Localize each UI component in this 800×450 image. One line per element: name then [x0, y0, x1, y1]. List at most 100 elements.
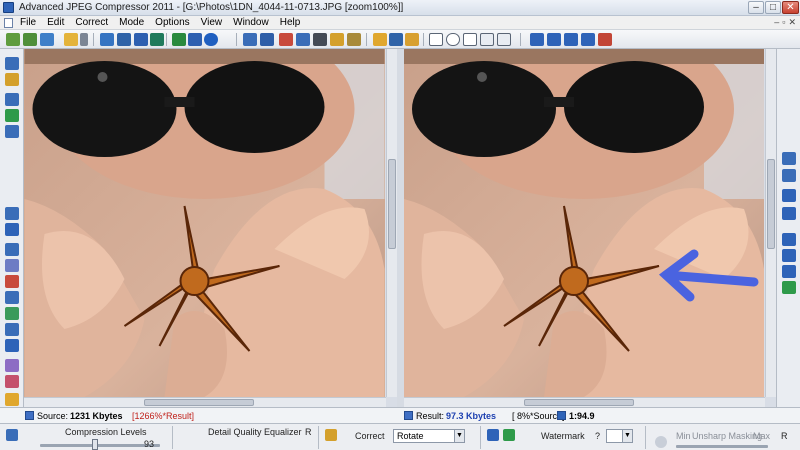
layout-vertical-icon[interactable]	[530, 33, 544, 46]
mdi-close-icon[interactable]: ✕	[788, 17, 796, 28]
compression-slider[interactable]	[40, 444, 160, 447]
result-image-pane[interactable]	[404, 49, 764, 397]
watermark-select[interactable]: ▼	[606, 429, 633, 443]
browse-icon[interactable]	[117, 33, 131, 46]
move-icon[interactable]	[5, 109, 19, 122]
magic-select-icon[interactable]	[497, 33, 511, 46]
pane-divider[interactable]	[397, 49, 404, 409]
layout-columns-icon[interactable]	[782, 249, 796, 262]
document-icon	[4, 18, 13, 28]
menu-options[interactable]: Options	[155, 17, 189, 28]
web-icon[interactable]	[150, 33, 164, 46]
folder-dropdown-icon[interactable]	[80, 33, 88, 46]
result-vertical-scrollbar[interactable]	[765, 49, 776, 397]
open-folder-icon[interactable]	[23, 33, 37, 46]
toolbar-separator	[166, 33, 167, 46]
menu-help[interactable]: Help	[280, 17, 301, 28]
menu-file[interactable]: File	[20, 17, 36, 28]
print-icon[interactable]	[172, 33, 186, 46]
grid-icon[interactable]	[5, 339, 19, 352]
mdi-minimize-icon[interactable]: –	[774, 17, 779, 28]
close-button[interactable]: ✕	[782, 1, 799, 14]
fit-icon[interactable]	[782, 189, 796, 202]
zoom-in-icon[interactable]	[782, 152, 796, 165]
maximize-button[interactable]: □	[765, 1, 781, 14]
sharpen-icon[interactable]	[5, 323, 19, 336]
brush-icon[interactable]	[330, 33, 344, 46]
color-levels-icon[interactable]	[5, 275, 19, 288]
crop-icon[interactable]	[279, 33, 293, 46]
window-title: Advanced JPEG Compressor 2011 - [G:\Phot…	[19, 2, 404, 13]
highlight-icon[interactable]	[405, 33, 419, 46]
palette-icon[interactable]	[5, 359, 19, 372]
compression-slider-knob[interactable]	[92, 439, 98, 450]
mdi-restore-icon[interactable]: ▫	[782, 17, 785, 28]
chevron-down-icon[interactable]: ▼	[454, 430, 464, 442]
chevron-down-icon[interactable]: ▼	[622, 430, 632, 442]
folder-icon[interactable]	[64, 33, 78, 46]
unsharp-toggle[interactable]	[655, 436, 667, 448]
toolbar-separator	[423, 33, 424, 46]
zoom-in-icon[interactable]	[5, 57, 19, 70]
ellipse-select-icon[interactable]	[446, 33, 460, 46]
help-icon[interactable]	[204, 33, 218, 46]
watermark-apply-icon[interactable]	[487, 429, 499, 441]
resize-icon[interactable]	[296, 33, 310, 46]
equalizer-reset[interactable]: R	[305, 427, 312, 437]
correct-select[interactable]: Rotate ▼	[393, 429, 465, 443]
source-vertical-scroll-thumb[interactable]	[388, 159, 396, 249]
rectangle-select-icon[interactable]	[429, 33, 443, 46]
layout-single-icon[interactable]	[564, 33, 578, 46]
hand-icon[interactable]	[373, 33, 387, 46]
menu-view[interactable]: View	[201, 17, 223, 28]
select-icon[interactable]	[389, 33, 403, 46]
result-horizontal-scrollbar[interactable]	[404, 397, 765, 407]
menu-edit[interactable]: Edit	[47, 17, 64, 28]
source-horizontal-scroll-thumb[interactable]	[144, 399, 254, 406]
histogram-icon[interactable]	[5, 207, 19, 220]
info-icon[interactable]	[5, 223, 19, 236]
email-icon[interactable]	[188, 33, 202, 46]
navigator-icon[interactable]	[5, 125, 19, 138]
source-image-pane[interactable]	[24, 49, 385, 397]
watermark-image-icon[interactable]	[503, 429, 515, 441]
menu-window[interactable]: Window	[233, 17, 269, 28]
polygon-select-icon[interactable]	[480, 33, 494, 46]
curves-icon[interactable]	[5, 291, 19, 304]
actual-size-icon[interactable]	[260, 33, 274, 46]
menu-items: File Edit Correct Mode Options View Wind…	[20, 17, 300, 28]
sync-icon[interactable]	[782, 281, 796, 294]
menu-correct[interactable]: Correct	[75, 17, 108, 28]
unsharp-reset[interactable]: R	[781, 431, 788, 441]
layout-horizontal-icon[interactable]	[547, 33, 561, 46]
source-vertical-scrollbar[interactable]	[386, 49, 397, 397]
unsharp-slider[interactable]	[676, 445, 768, 448]
mask-icon[interactable]	[5, 375, 19, 388]
save-icon[interactable]	[40, 33, 54, 46]
minimize-button[interactable]: –	[748, 1, 764, 14]
red-eye-icon[interactable]	[313, 33, 327, 46]
layout-rows-icon[interactable]	[782, 265, 796, 278]
actual-pixels-icon[interactable]	[782, 207, 796, 220]
menu-mode[interactable]: Mode	[119, 17, 144, 28]
result-vertical-scroll-thumb[interactable]	[767, 159, 775, 249]
lasso-icon[interactable]	[463, 33, 477, 46]
pencil-icon[interactable]	[5, 393, 19, 406]
layers-icon[interactable]	[5, 243, 19, 256]
filter-icon[interactable]	[5, 259, 19, 272]
layout-split-icon[interactable]	[581, 33, 595, 46]
key-icon[interactable]	[5, 73, 19, 86]
zoom-out-icon[interactable]	[782, 169, 796, 182]
zoom-icon[interactable]	[5, 93, 19, 106]
color-balance-icon[interactable]	[5, 307, 19, 320]
compare-icon[interactable]	[134, 33, 148, 46]
settings-icon[interactable]	[598, 33, 612, 46]
watermark-help[interactable]: ?	[595, 431, 600, 441]
layout-grid-icon[interactable]	[782, 233, 796, 246]
batch-icon[interactable]	[100, 33, 114, 46]
source-horizontal-scrollbar[interactable]	[24, 397, 386, 407]
edit-icon[interactable]	[347, 33, 361, 46]
fit-window-icon[interactable]	[243, 33, 257, 46]
open-icon[interactable]	[6, 33, 20, 46]
result-horizontal-scroll-thumb[interactable]	[524, 399, 634, 406]
